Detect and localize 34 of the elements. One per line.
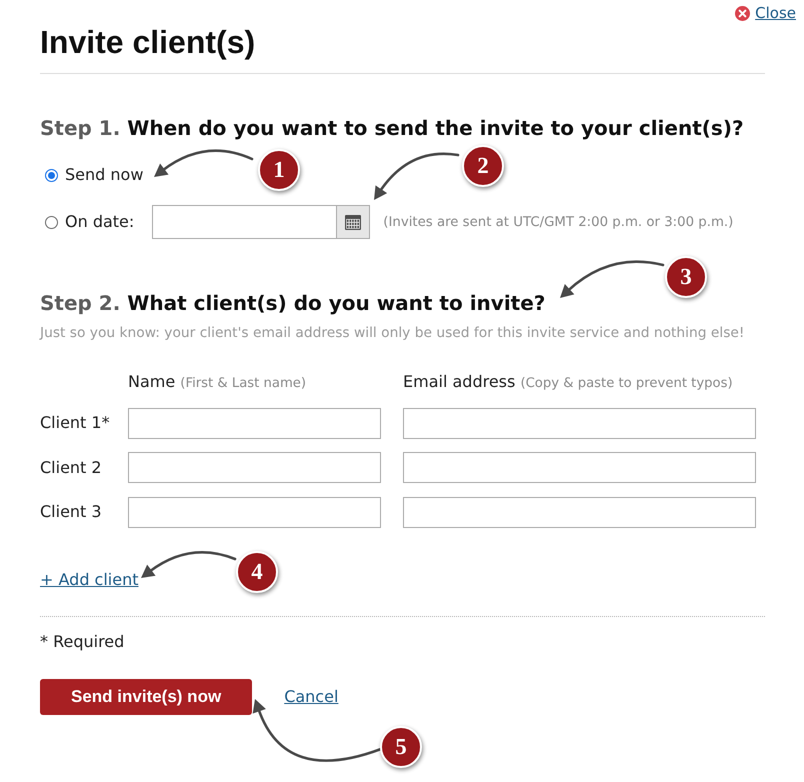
radio-label[interactable]: On date: xyxy=(65,211,134,233)
close-link[interactable]: Close xyxy=(755,4,796,22)
email-field[interactable] xyxy=(403,408,756,438)
callout-marker: 4 xyxy=(236,551,278,593)
email-field[interactable] xyxy=(403,496,756,528)
send-invites-button[interactable]: Send invite(s) now xyxy=(40,678,252,714)
name-field[interactable] xyxy=(128,408,381,438)
step-heading: Step 2. What client(s) do you want to invite? xyxy=(40,290,546,317)
close-icon[interactable] xyxy=(735,6,750,20)
calendar-button[interactable] xyxy=(336,205,370,239)
add-client-link[interactable]: + Add client xyxy=(40,570,138,588)
email-field[interactable] xyxy=(403,452,756,483)
column-header: Email address (Copy & paste to prevent typos) xyxy=(402,372,734,393)
radio-button[interactable] xyxy=(45,168,58,182)
date-field[interactable] xyxy=(152,205,336,239)
client-label: Client 1* xyxy=(40,413,111,433)
cancel-link[interactable]: Cancel xyxy=(284,686,338,706)
callout-marker: 1 xyxy=(258,149,300,191)
radio-button[interactable] xyxy=(45,216,58,228)
radio-label[interactable]: Send now xyxy=(65,164,144,186)
name-field[interactable] xyxy=(128,496,381,528)
required-note: * Required xyxy=(40,632,126,652)
calendar-icon xyxy=(345,214,362,230)
name-field[interactable] xyxy=(128,452,381,483)
privacy-note: Just so you know: your client's email address will only be used for this invite service and nothing else! xyxy=(40,324,746,343)
callout-marker: 2 xyxy=(462,145,504,187)
client-label: Client 2 xyxy=(40,458,103,478)
callout-marker: 5 xyxy=(380,726,422,768)
date-hint: (Invites are sent at UTC/GMT 2:00 p.m. or 3:00 p.m.) xyxy=(383,214,734,230)
dialog-title: Invite client(s) xyxy=(40,24,256,60)
callout-marker: 3 xyxy=(665,256,707,298)
step-heading: Step 1. When do you want to send the invite to your client(s)? xyxy=(40,115,745,142)
column-header: Name (First & Last name) xyxy=(128,372,308,393)
client-label: Client 3 xyxy=(40,502,103,522)
